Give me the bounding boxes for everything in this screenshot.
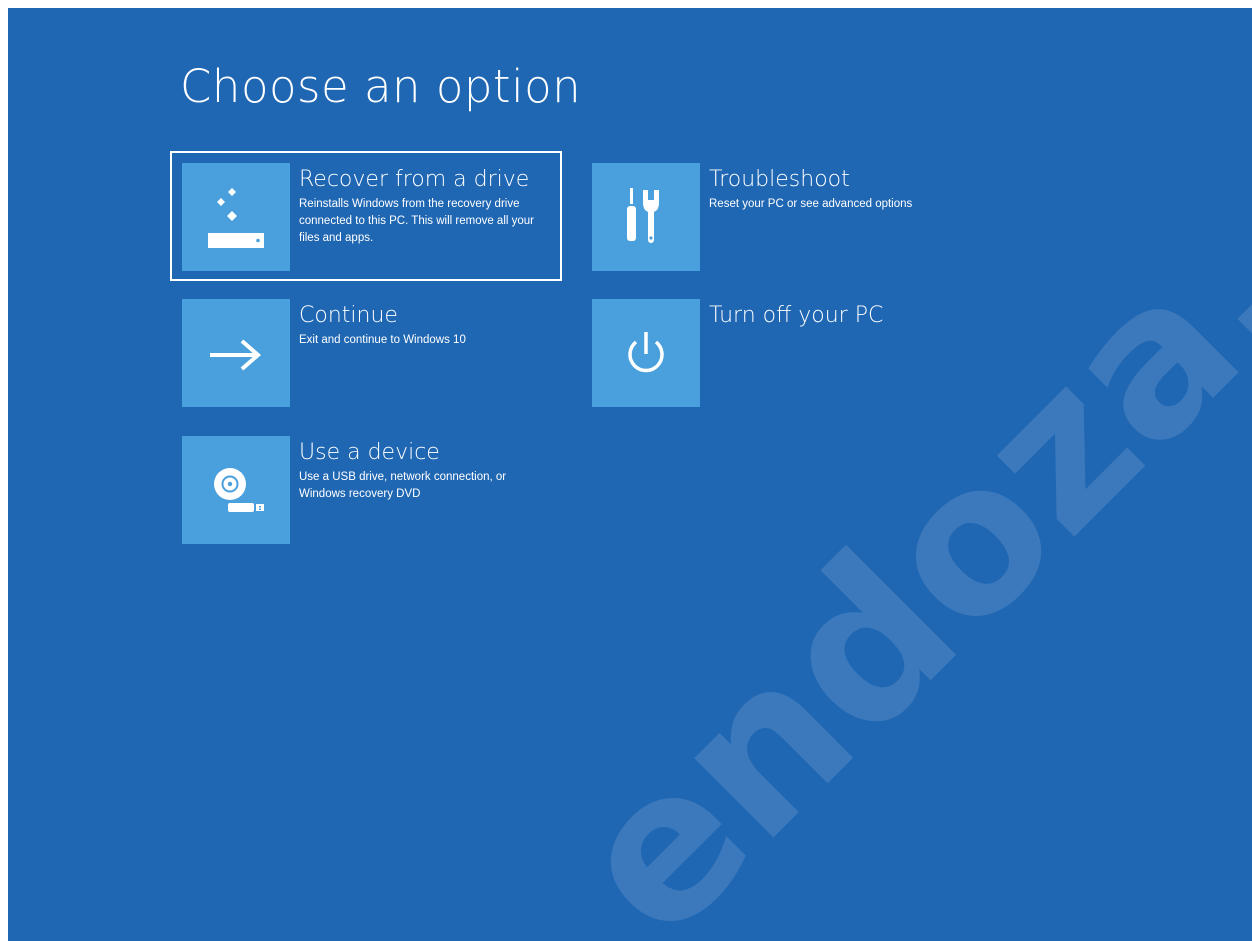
disc-usb-icon xyxy=(214,468,264,513)
option-heading: Turn off your PC xyxy=(709,303,884,328)
option-text: Troubleshoot Reset your PC or see advanc… xyxy=(709,167,979,213)
page-title: Choose an option xyxy=(180,60,582,113)
option-tile xyxy=(182,299,290,407)
option-text: Continue Exit and continue to Windows 10 xyxy=(299,303,569,349)
recover-drive-icon xyxy=(208,188,264,248)
option-text: Turn off your PC xyxy=(709,303,979,332)
recovery-screen: endoza.com Choose an option Recover from… xyxy=(8,8,1252,941)
option-tile xyxy=(182,436,290,544)
option-continue[interactable]: Continue Exit and continue to Windows 10 xyxy=(182,299,466,407)
option-tile xyxy=(182,163,290,271)
option-recover-from-drive[interactable]: Recover from a drive Reinstalls Windows … xyxy=(170,151,562,281)
power-icon xyxy=(628,332,664,373)
option-heading: Recover from a drive xyxy=(299,167,530,192)
option-description: Exit and continue to Windows 10 xyxy=(299,334,466,346)
option-turn-off-pc[interactable]: Turn off your PC xyxy=(592,299,883,407)
arrow-right-icon xyxy=(210,339,262,371)
option-heading: Use a device xyxy=(299,440,440,465)
svg-text:endoza.com: endoza.com xyxy=(529,8,1252,941)
option-description: Reinstalls Windows from the recovery dri… xyxy=(299,198,534,244)
option-tile xyxy=(592,299,700,407)
option-text: Use a device Use a USB drive, network co… xyxy=(299,440,569,503)
option-heading: Continue xyxy=(299,303,398,328)
option-text: Recover from a drive Reinstalls Windows … xyxy=(299,167,569,247)
option-tile xyxy=(592,163,700,271)
tools-icon xyxy=(627,188,659,243)
option-heading: Troubleshoot xyxy=(709,167,850,192)
option-description: Use a USB drive, network connection, or … xyxy=(299,471,507,500)
option-description: Reset your PC or see advanced options xyxy=(709,198,913,210)
option-troubleshoot[interactable]: Troubleshoot Reset your PC or see advanc… xyxy=(592,163,912,271)
option-use-a-device[interactable]: Use a device Use a USB drive, network co… xyxy=(182,436,506,544)
